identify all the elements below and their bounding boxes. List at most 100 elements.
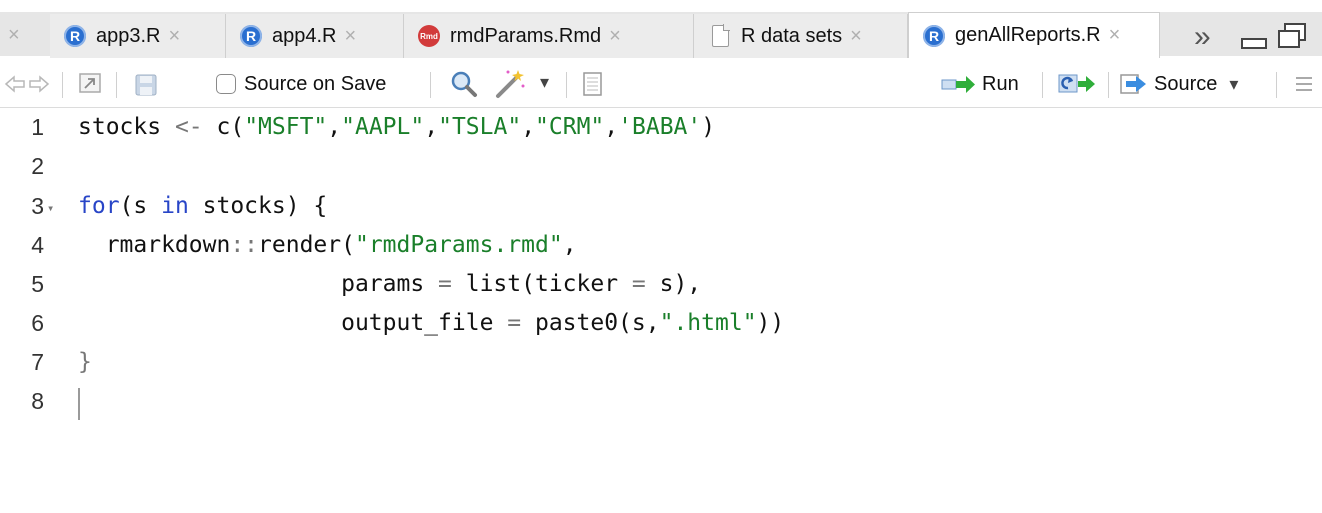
code-string: "MSFT" bbox=[244, 114, 328, 140]
tab-overflow-icon[interactable]: » bbox=[1194, 20, 1211, 54]
code-line: params = list(ticker = s), bbox=[78, 271, 701, 297]
code-token: paste0(s, bbox=[521, 310, 660, 336]
code-brace: } bbox=[78, 349, 92, 375]
line-number: 1 bbox=[31, 114, 44, 140]
code-line: stocks <- c("MSFT","AAPL","TSLA","CRM",'… bbox=[78, 114, 715, 140]
line-number: 6 bbox=[31, 310, 44, 336]
code-line: } bbox=[78, 349, 92, 375]
source-on-save-label: Source on Save bbox=[244, 72, 387, 95]
line-number: 2 bbox=[31, 153, 44, 179]
line-number: 8 bbox=[31, 388, 44, 414]
rmd-file-icon: Rmd bbox=[418, 25, 440, 47]
tab-rmdparams[interactable]: Rmd rmdParams.Rmd × bbox=[404, 14, 694, 58]
tab-app3[interactable]: R app3.R × bbox=[50, 14, 226, 58]
code-line: for(s in stocks) { bbox=[78, 193, 327, 219]
code-editor[interactable]: 1 2 3 ▾ 4 5 6 7 8 stocks <- c("MSFT","AA… bbox=[0, 108, 1322, 513]
line-number: 5 bbox=[31, 271, 44, 297]
code-keyword: for bbox=[78, 193, 120, 219]
source-on-save-toggle[interactable]: Source on Save bbox=[216, 60, 386, 108]
code-operator: = bbox=[438, 271, 452, 297]
code-string: "rmdParams.rmd" bbox=[354, 232, 563, 258]
document-icon bbox=[712, 24, 730, 47]
close-icon[interactable]: × bbox=[850, 25, 862, 48]
source-button[interactable]: Source ▾ bbox=[1118, 60, 1238, 108]
editor-toolbar: Source on Save ▾ Run Source ▾ bbox=[0, 60, 1322, 108]
toolbar-divider bbox=[116, 72, 117, 98]
line-number: 4 bbox=[31, 232, 44, 258]
search-icon[interactable] bbox=[450, 70, 478, 98]
show-in-window-icon[interactable] bbox=[78, 72, 104, 96]
tab-label: genAllReports.R bbox=[955, 24, 1101, 46]
r-file-icon: R bbox=[64, 25, 86, 47]
close-icon[interactable]: × bbox=[169, 25, 181, 48]
rerun-icon[interactable] bbox=[1058, 72, 1098, 96]
code-token: (s bbox=[119, 193, 162, 219]
tab-bar: × R app3.R × R app4.R × Rmd rmdParams.Rm… bbox=[0, 0, 1322, 60]
toolbar-divider bbox=[1108, 72, 1109, 98]
code-operator: <- bbox=[174, 114, 203, 140]
code-token: , bbox=[604, 114, 619, 140]
minimize-pane-icon[interactable] bbox=[1240, 26, 1270, 52]
code-token: params bbox=[78, 271, 439, 297]
code-operator: = bbox=[631, 271, 646, 297]
tab-app4[interactable]: R app4.R × bbox=[226, 14, 404, 58]
code-token: s), bbox=[645, 271, 702, 297]
code-token: rmarkdown bbox=[78, 232, 231, 258]
code-line: output_file = paste0(s,".html")) bbox=[78, 310, 784, 336]
tab-genallreports[interactable]: R genAllReports.R × bbox=[908, 12, 1160, 58]
tab-label: R data sets bbox=[741, 24, 843, 47]
r-file-icon: R bbox=[923, 24, 945, 47]
code-operator: :: bbox=[230, 232, 259, 258]
close-icon[interactable]: × bbox=[8, 24, 20, 47]
tab-r-data-sets[interactable]: R data sets × bbox=[694, 14, 908, 58]
run-arrow-icon bbox=[941, 76, 975, 93]
code-string: "TSLA" bbox=[438, 114, 522, 140]
code-string: "AAPL" bbox=[341, 114, 425, 140]
source-dropdown-icon[interactable]: ▾ bbox=[1229, 74, 1238, 95]
source-arrow-icon bbox=[1120, 74, 1146, 94]
code-token: render( bbox=[258, 232, 355, 258]
code-token: )) bbox=[756, 310, 785, 336]
toolbar-divider bbox=[1276, 72, 1277, 98]
code-token: stocks bbox=[78, 114, 175, 140]
code-token: , bbox=[327, 114, 342, 140]
fold-toggle-icon[interactable]: ▾ bbox=[47, 201, 54, 215]
save-icon[interactable] bbox=[134, 73, 158, 97]
document-outline-icon[interactable] bbox=[582, 71, 604, 97]
code-string: 'BABA' bbox=[618, 114, 702, 140]
r-file-icon: R bbox=[240, 25, 262, 47]
close-icon[interactable]: × bbox=[609, 25, 621, 48]
code-token: c( bbox=[202, 114, 245, 140]
code-string: ".html" bbox=[659, 310, 757, 336]
toolbar-divider bbox=[1042, 72, 1043, 98]
source-label: Source bbox=[1154, 72, 1218, 95]
close-icon[interactable]: × bbox=[1109, 24, 1121, 47]
toolbar-divider bbox=[62, 72, 63, 98]
text-cursor bbox=[78, 388, 80, 420]
tab-label: rmdParams.Rmd bbox=[450, 24, 602, 47]
code-token: stocks) { bbox=[188, 193, 328, 219]
close-icon[interactable]: × bbox=[345, 25, 357, 48]
outline-lines-icon[interactable] bbox=[1292, 75, 1314, 93]
run-label: Run bbox=[982, 72, 1019, 95]
code-operator: = bbox=[507, 310, 522, 336]
maximize-pane-icon[interactable] bbox=[1276, 22, 1310, 52]
code-token: , bbox=[424, 114, 439, 140]
toolbar-divider bbox=[566, 72, 567, 98]
tab-label: app4.R bbox=[272, 24, 337, 47]
code-token: , bbox=[521, 114, 536, 140]
back-arrow-icon[interactable] bbox=[4, 74, 26, 94]
magic-wand-icon[interactable] bbox=[494, 68, 526, 100]
code-token: , bbox=[562, 232, 577, 258]
source-on-save-checkbox[interactable] bbox=[216, 74, 236, 94]
magic-wand-dropdown-icon[interactable]: ▾ bbox=[540, 72, 549, 93]
code-token: output_file bbox=[78, 310, 508, 336]
run-button[interactable]: Run bbox=[940, 60, 1019, 108]
code-keyword: in bbox=[161, 193, 189, 219]
code-token: ) bbox=[701, 114, 716, 140]
forward-arrow-icon[interactable] bbox=[28, 74, 50, 94]
code-string: "CRM" bbox=[535, 114, 605, 140]
toolbar-divider bbox=[430, 72, 431, 98]
line-number: 3 bbox=[31, 193, 44, 219]
line-number: 7 bbox=[31, 349, 44, 375]
